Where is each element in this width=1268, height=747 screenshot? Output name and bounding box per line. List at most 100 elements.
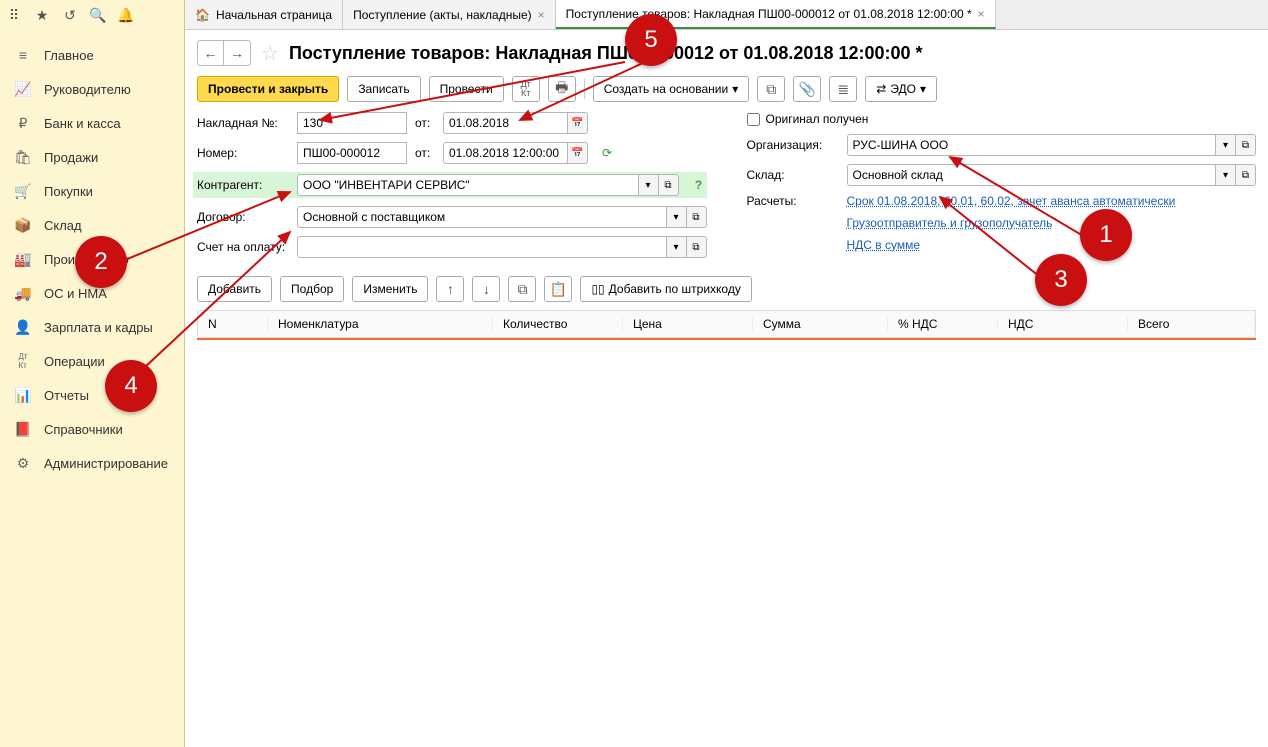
col-sum[interactable]: Сумма	[753, 317, 888, 331]
sidebar-item-refs[interactable]: 📕Справочники	[0, 412, 184, 446]
vat-link[interactable]: НДС в сумме	[847, 238, 921, 252]
dtkt-icon: ДтКт	[14, 352, 32, 370]
contractor-row: Контрагент: ▾ ⧉ ?	[193, 172, 707, 198]
attach-button[interactable]: 📎	[793, 76, 821, 102]
calendar-icon[interactable]: 📅	[568, 142, 588, 164]
apps-icon[interactable]: ⠿	[5, 6, 23, 24]
save-button[interactable]: Записать	[347, 76, 420, 102]
forward-button[interactable]: →	[224, 41, 250, 65]
btn-label: ЭДО	[890, 82, 916, 96]
edo-button[interactable]: ⇄ ЭДО ▾	[865, 76, 937, 102]
contract-input[interactable]	[297, 206, 667, 228]
move-down-button[interactable]: ↓	[472, 276, 500, 302]
sidebar-item-manager[interactable]: 📈Руководителю	[0, 72, 184, 106]
truck-icon: 🚚	[14, 284, 32, 302]
col-n[interactable]: N	[198, 317, 268, 331]
create-based-button[interactable]: Создать на основании ▾	[593, 76, 750, 102]
col-nomenclature[interactable]: Номенклатура	[268, 317, 493, 331]
number-input[interactable]	[297, 142, 407, 164]
col-qty[interactable]: Количество	[493, 317, 623, 331]
chevron-down-icon[interactable]: ▾	[639, 174, 659, 196]
number-row: Номер: от: 📅 ⟳	[197, 142, 707, 164]
sidebar-item-label: Склад	[44, 218, 82, 233]
tab-home[interactable]: 🏠 Начальная страница	[185, 0, 343, 29]
sidebar-item-label: Зарплата и кадры	[44, 320, 153, 335]
open-icon[interactable]: ⧉	[687, 206, 707, 228]
open-icon[interactable]: ⧉	[687, 236, 707, 258]
chevron-down-icon[interactable]: ▾	[667, 206, 687, 228]
doc-date-input[interactable]	[443, 142, 568, 164]
table-toolbar: Добавить Подбор Изменить ↑ ↓ ⧉ 📋 ▯▯ Доба…	[197, 266, 1256, 310]
open-icon[interactable]: ⧉	[1236, 164, 1256, 186]
move-up-button[interactable]: ↑	[436, 276, 464, 302]
sidebar-item-main[interactable]: ≡Главное	[0, 38, 184, 72]
copy-button[interactable]: ⧉	[508, 276, 536, 302]
tab-receipt-doc[interactable]: Поступление товаров: Накладная ПШ00-0000…	[556, 0, 996, 29]
calc-link[interactable]: Срок 01.08.2018, 60.01, 60.02, зачет ава…	[847, 194, 1176, 208]
sidebar-item-purchases[interactable]: 🛒Покупки	[0, 174, 184, 208]
btn-label: Добавить по штрихкоду	[609, 282, 741, 296]
related-button[interactable]: ⧉	[757, 76, 785, 102]
star-icon[interactable]: ★	[33, 6, 51, 24]
invoice-pay-input[interactable]	[297, 236, 667, 258]
close-icon[interactable]: ×	[978, 7, 985, 21]
original-checkbox[interactable]	[747, 113, 760, 126]
shipper-link[interactable]: Грузоотправитель и грузополучатель	[847, 216, 1053, 230]
box-icon: 📦	[14, 216, 32, 234]
change-button[interactable]: Изменить	[352, 276, 428, 302]
chevron-down-icon[interactable]: ▾	[1216, 134, 1236, 156]
post-button[interactable]: Провести	[429, 76, 504, 102]
shipper-row: Грузоотправитель и грузополучатель	[747, 216, 1257, 230]
col-vat[interactable]: НДС	[998, 317, 1128, 331]
bell-icon[interactable]: 🔔	[117, 6, 135, 24]
bars-icon: 📊	[14, 386, 32, 404]
annotation-2: 2	[75, 236, 127, 288]
warehouse-input[interactable]	[847, 164, 1217, 186]
tab-receipts-list[interactable]: Поступление (акты, накладные) ×	[343, 0, 556, 29]
original-checkbox-label[interactable]: Оригинал получен	[747, 112, 869, 126]
paste-button[interactable]: 📋	[544, 276, 572, 302]
sidebar-item-admin[interactable]: ⚙Администрирование	[0, 446, 184, 480]
refresh-icon[interactable]: ⟳	[602, 146, 612, 160]
add-row-button[interactable]: Добавить	[197, 276, 272, 302]
select-button[interactable]: Подбор	[280, 276, 344, 302]
annotation-3: 3	[1035, 254, 1087, 306]
favorite-star-icon[interactable]: ☆	[261, 41, 279, 66]
invoice-pay-row: Счет на оплату: ▾ ⧉	[197, 236, 707, 258]
org-input[interactable]	[847, 134, 1217, 156]
open-icon[interactable]: ⧉	[1236, 134, 1256, 156]
grid-empty-line	[197, 338, 1256, 340]
sidebar-item-hr[interactable]: 👤Зарплата и кадры	[0, 310, 184, 344]
contractor-input[interactable]	[297, 174, 639, 196]
sidebar-item-label: Операции	[44, 354, 105, 369]
post-and-close-button[interactable]: Провести и закрыть	[197, 76, 339, 102]
list-button[interactable]: ≣	[829, 76, 857, 102]
chevron-down-icon[interactable]: ▾	[667, 236, 687, 258]
contractor-label: Контрагент:	[197, 178, 289, 192]
dtkt-button[interactable]: ДтКт	[512, 76, 540, 102]
open-icon[interactable]: ⧉	[659, 174, 679, 196]
ruble-icon: ₽	[14, 114, 32, 132]
invoice-no-input[interactable]	[297, 112, 407, 134]
col-total[interactable]: Всего	[1128, 317, 1255, 331]
help-icon[interactable]: ?	[691, 174, 707, 196]
add-barcode-button[interactable]: ▯▯ Добавить по штрихкоду	[580, 276, 751, 302]
back-button[interactable]: ←	[198, 41, 224, 65]
history-icon[interactable]: ↺	[61, 6, 79, 24]
print-button[interactable]: 🖶	[548, 76, 576, 102]
search-icon[interactable]: 🔍	[89, 6, 107, 24]
contract-label: Договор:	[197, 210, 289, 224]
col-price[interactable]: Цена	[623, 317, 753, 331]
invoice-pay-label: Счет на оплату:	[197, 240, 289, 254]
col-vat-pct[interactable]: % НДС	[888, 317, 998, 331]
main-area: 🏠 Начальная страница Поступление (акты, …	[185, 0, 1268, 747]
sidebar-item-sales[interactable]: 🛍Продажи	[0, 140, 184, 174]
chart-up-icon: 📈	[14, 80, 32, 98]
close-icon[interactable]: ×	[538, 8, 545, 22]
calendar-icon[interactable]: 📅	[568, 112, 588, 134]
invoice-date-input[interactable]	[443, 112, 568, 134]
calc-row: Расчеты: Срок 01.08.2018, 60.01, 60.02, …	[747, 194, 1257, 208]
sidebar-item-bank[interactable]: ₽Банк и касса	[0, 106, 184, 140]
chevron-down-icon[interactable]: ▾	[1216, 164, 1236, 186]
warehouse-label: Склад:	[747, 168, 839, 182]
